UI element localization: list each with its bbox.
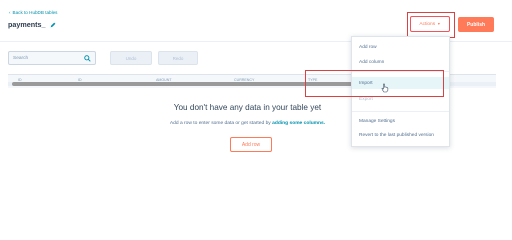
actions-button[interactable]: Actions ▼: [410, 16, 450, 32]
table-name: payments_: [8, 20, 46, 29]
add-row-button[interactable]: Add row: [230, 137, 272, 152]
menu-item-manage-settings[interactable]: Manage Settings: [352, 115, 449, 127]
menu-item-add-column[interactable]: Add column: [352, 56, 449, 68]
search-icon: [84, 54, 91, 62]
menu-item-label: Add row: [359, 44, 377, 50]
actions-label: Actions: [419, 21, 436, 27]
menu-item-label: Add column: [359, 59, 385, 65]
menu-item-label: Export: [359, 96, 373, 102]
chevron-left-icon: ‹: [9, 10, 11, 15]
add-row-label: Add row: [241, 141, 261, 148]
menu-divider: [352, 111, 449, 112]
publish-button[interactable]: Publish: [458, 17, 494, 32]
redo-button[interactable]: Redo: [158, 51, 198, 65]
page-title: payments_: [8, 20, 56, 29]
menu-item-label: Revert to the last published version: [359, 132, 434, 138]
search-input[interactable]: Search: [8, 51, 96, 65]
menu-item-add-row[interactable]: Add row: [352, 41, 449, 53]
menu-item-label: Manage Settings: [359, 118, 396, 124]
empty-state-text: Add a row to enter some data or get star…: [169, 121, 271, 126]
import-highlight-box: [305, 70, 444, 97]
undo-button[interactable]: Undo: [110, 51, 152, 65]
search-placeholder: Search: [13, 55, 29, 61]
back-to-tables-link[interactable]: ‹ Back to HubDB tables: [9, 10, 57, 15]
back-link-label: Back to HubDB tables: [12, 10, 58, 15]
caret-down-icon: ▼: [437, 22, 441, 26]
edit-pencil-icon[interactable]: [50, 22, 56, 28]
undo-label: Undo: [125, 55, 137, 61]
add-columns-link[interactable]: adding some columns.: [272, 121, 325, 126]
menu-item-revert[interactable]: Revert to the last published version: [352, 129, 449, 141]
publish-label: Publish: [466, 21, 486, 28]
hand-cursor-icon: [381, 83, 389, 93]
redo-label: Redo: [172, 55, 184, 61]
